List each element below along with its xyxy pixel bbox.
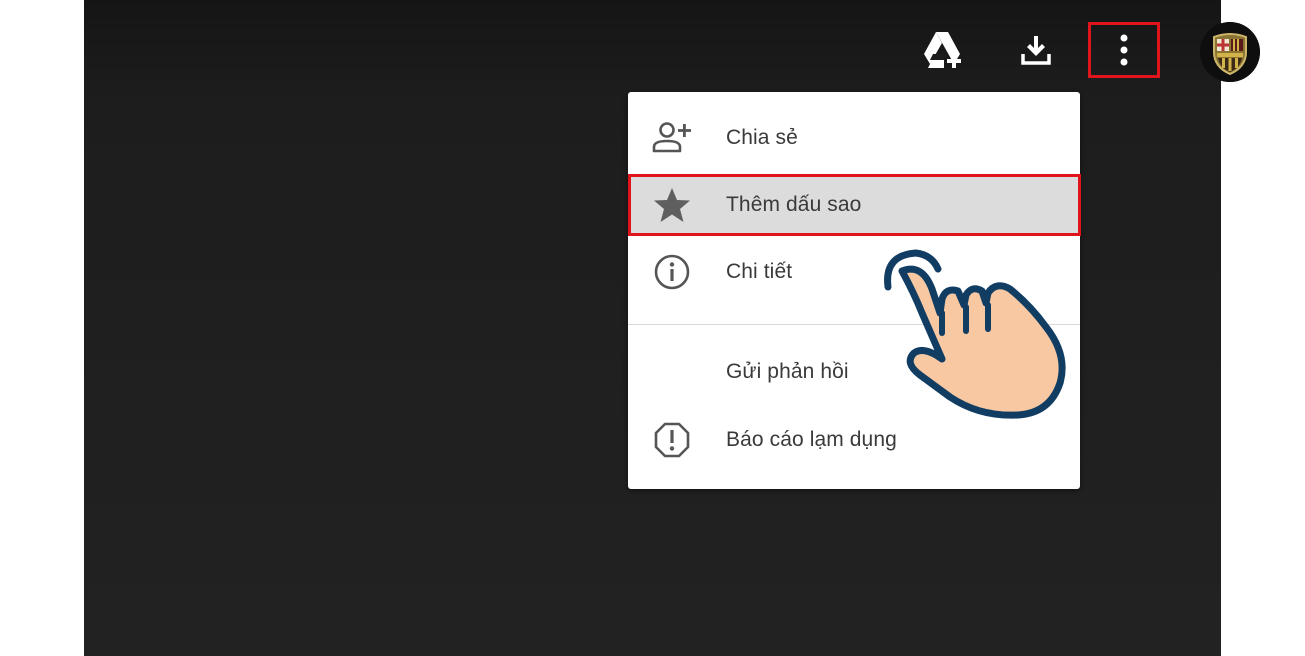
menu-item-add-star[interactable]: Thêm dấu sao <box>628 174 1081 236</box>
more-options-menu: Chia sẻ Thêm dấu sao Chi tiết Gửi phản h… <box>628 92 1081 489</box>
menu-item-label: Chi tiết <box>726 260 793 283</box>
menu-divider <box>628 324 1080 325</box>
account-avatar[interactable] <box>1200 22 1260 82</box>
report-icon <box>650 418 694 462</box>
more-vert-icon <box>1120 34 1128 66</box>
menu-item-label: Thêm dấu sao <box>726 193 862 216</box>
menu-item-label: Chia sẻ <box>726 126 798 149</box>
google-drive-add-icon <box>924 32 961 68</box>
info-icon <box>650 250 694 294</box>
add-to-drive-button[interactable] <box>916 22 972 78</box>
menu-item-send-feedback[interactable]: Gửi phản hồi <box>628 340 1080 404</box>
star-icon <box>650 183 694 227</box>
download-button[interactable] <box>1008 22 1064 78</box>
more-options-button[interactable] <box>1088 22 1160 78</box>
menu-item-share[interactable]: Chia sẻ <box>628 106 1080 170</box>
fc-barcelona-crest-avatar <box>1200 22 1260 82</box>
menu-item-details[interactable]: Chi tiết <box>628 240 1080 304</box>
menu-item-label: Báo cáo lạm dụng <box>726 428 897 451</box>
person-add-icon <box>650 116 694 160</box>
download-icon <box>1021 36 1051 65</box>
menu-item-report-abuse[interactable]: Báo cáo lạm dụng <box>628 408 1080 472</box>
menu-item-label: Gửi phản hồi <box>726 360 849 383</box>
